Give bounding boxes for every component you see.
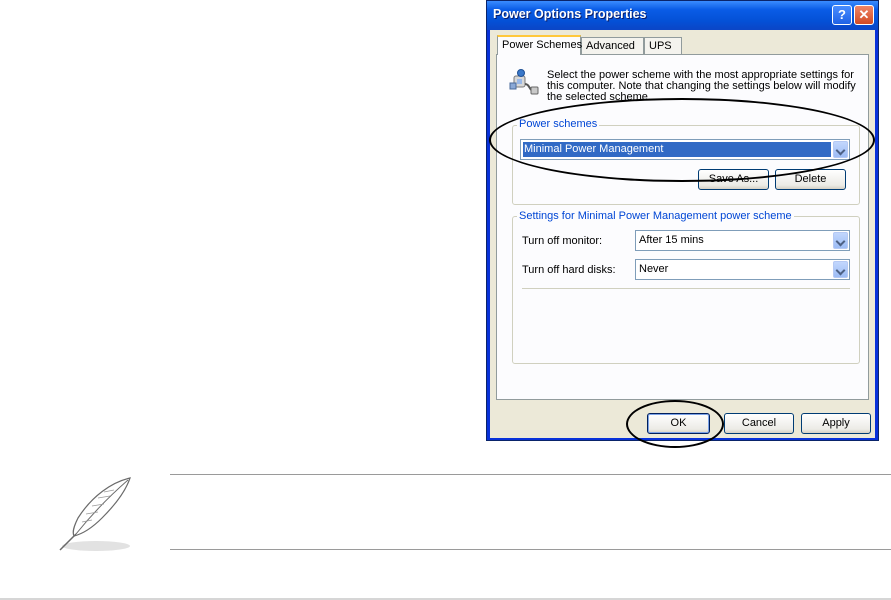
save-as-button[interactable]: Save As... [698, 169, 769, 190]
description-line-3: the selected scheme. [547, 91, 651, 103]
power-schemes-group [512, 125, 860, 205]
turn-off-monitor-select[interactable]: After 15 mins [635, 230, 850, 251]
tab-advanced[interactable]: Advanced [581, 37, 644, 54]
power-plug-icon [509, 67, 539, 97]
chevron-down-icon[interactable] [833, 141, 848, 158]
tab-power-schemes[interactable]: Power Schemes [497, 35, 582, 55]
description-text: Select the power scheme with the most ap… [547, 70, 867, 103]
power-scheme-selected-value: Minimal Power Management [524, 143, 664, 155]
title-bar[interactable]: Power Options Properties ? ✕ [487, 1, 878, 30]
chevron-down-icon[interactable] [833, 261, 848, 278]
power-schemes-group-label: Power schemes [517, 118, 600, 130]
delete-button[interactable]: Delete [775, 169, 846, 190]
close-button[interactable]: ✕ [854, 5, 874, 25]
turn-off-hard-disks-select[interactable]: Never [635, 259, 850, 280]
dialog-client-area: Power Schemes Advanced UPS Select the po… [490, 30, 875, 438]
cancel-button[interactable]: Cancel [724, 413, 794, 434]
power-scheme-select[interactable]: Minimal Power Management [520, 139, 850, 160]
tab-ups[interactable]: UPS [644, 37, 682, 54]
settings-divider [522, 288, 850, 289]
window-title: Power Options Properties [493, 7, 647, 21]
note-bottom-rule [170, 549, 891, 550]
power-options-window: Power Options Properties ? ✕ Power Schem… [486, 0, 879, 441]
turn-off-monitor-label: Turn off monitor: [522, 235, 603, 247]
turn-off-hard-disks-label: Turn off hard disks: [522, 264, 616, 276]
help-button[interactable]: ? [832, 5, 852, 25]
ok-button[interactable]: OK [647, 413, 710, 434]
settings-group-label: Settings for Minimal Power Management po… [517, 210, 794, 222]
feather-quill-icon [52, 474, 138, 554]
tab-panel-power-schemes: Select the power scheme with the most ap… [496, 54, 869, 400]
note-top-rule [170, 474, 891, 475]
turn-off-monitor-value: After 15 mins [639, 234, 704, 246]
chevron-down-icon[interactable] [833, 232, 848, 249]
apply-button[interactable]: Apply [801, 413, 871, 434]
turn-off-hard-disks-value: Never [639, 263, 669, 275]
